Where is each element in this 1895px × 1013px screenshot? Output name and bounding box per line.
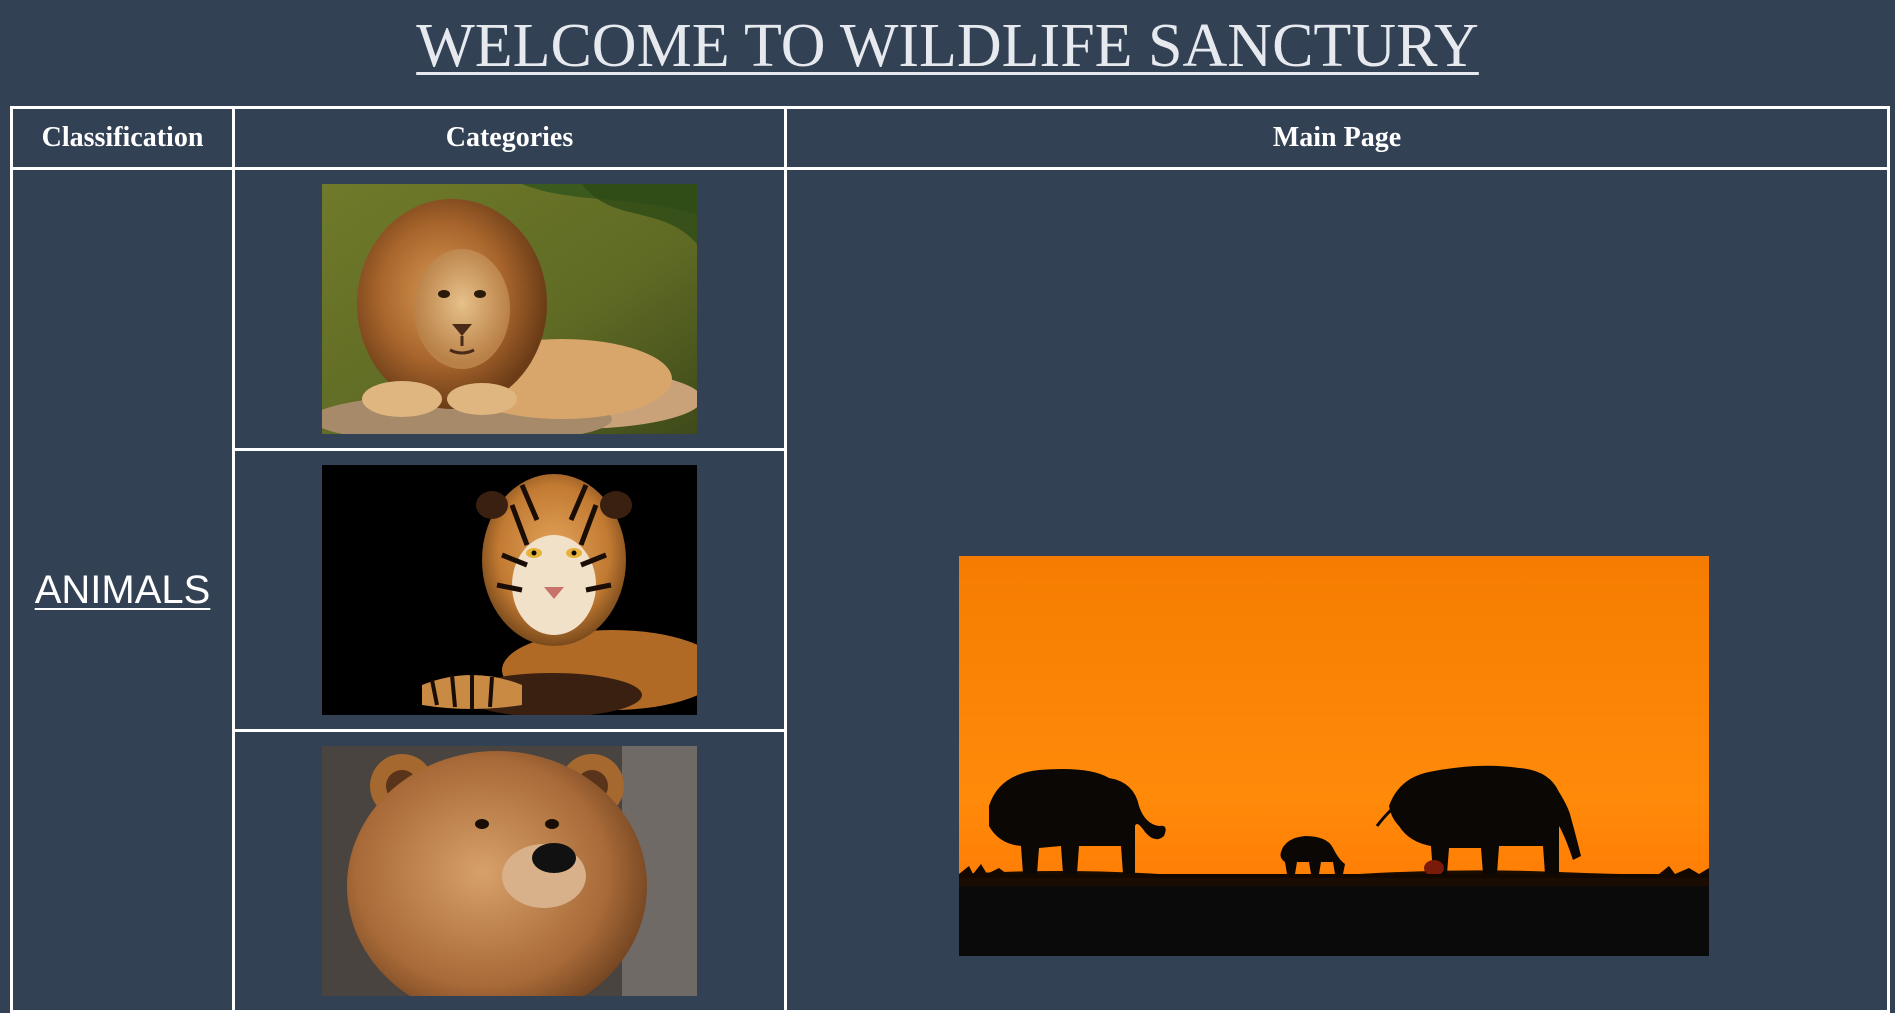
page-title: WELCOME TO WILDLIFE SANCTURY <box>0 10 1895 82</box>
header-main-page: Main Page <box>784 106 1890 170</box>
table-header-row: Classification Categories Main Page <box>10 106 1890 170</box>
lion-photo[interactable] <box>322 184 697 434</box>
main-page-cell <box>784 167 1890 1013</box>
tiger-photo[interactable] <box>322 465 697 715</box>
bear-photo[interactable] <box>322 746 697 996</box>
category-cell-tiger <box>232 448 787 732</box>
page-title-text: WELCOME TO WILDLIFE SANCTURY <box>416 12 1479 80</box>
wildlife-table: Classification Categories Main Page ANIM… <box>10 106 1890 1013</box>
header-classification: Classification <box>10 106 235 170</box>
classification-cell: ANIMALS <box>10 167 235 1013</box>
animals-link[interactable]: ANIMALS <box>35 568 211 612</box>
elephants-sunset-photo[interactable] <box>959 556 1709 956</box>
header-categories: Categories <box>232 106 787 170</box>
table-row: ANIMALS <box>10 167 1890 1013</box>
category-cell-bear <box>232 729 787 1013</box>
category-cell-lion <box>232 167 787 451</box>
